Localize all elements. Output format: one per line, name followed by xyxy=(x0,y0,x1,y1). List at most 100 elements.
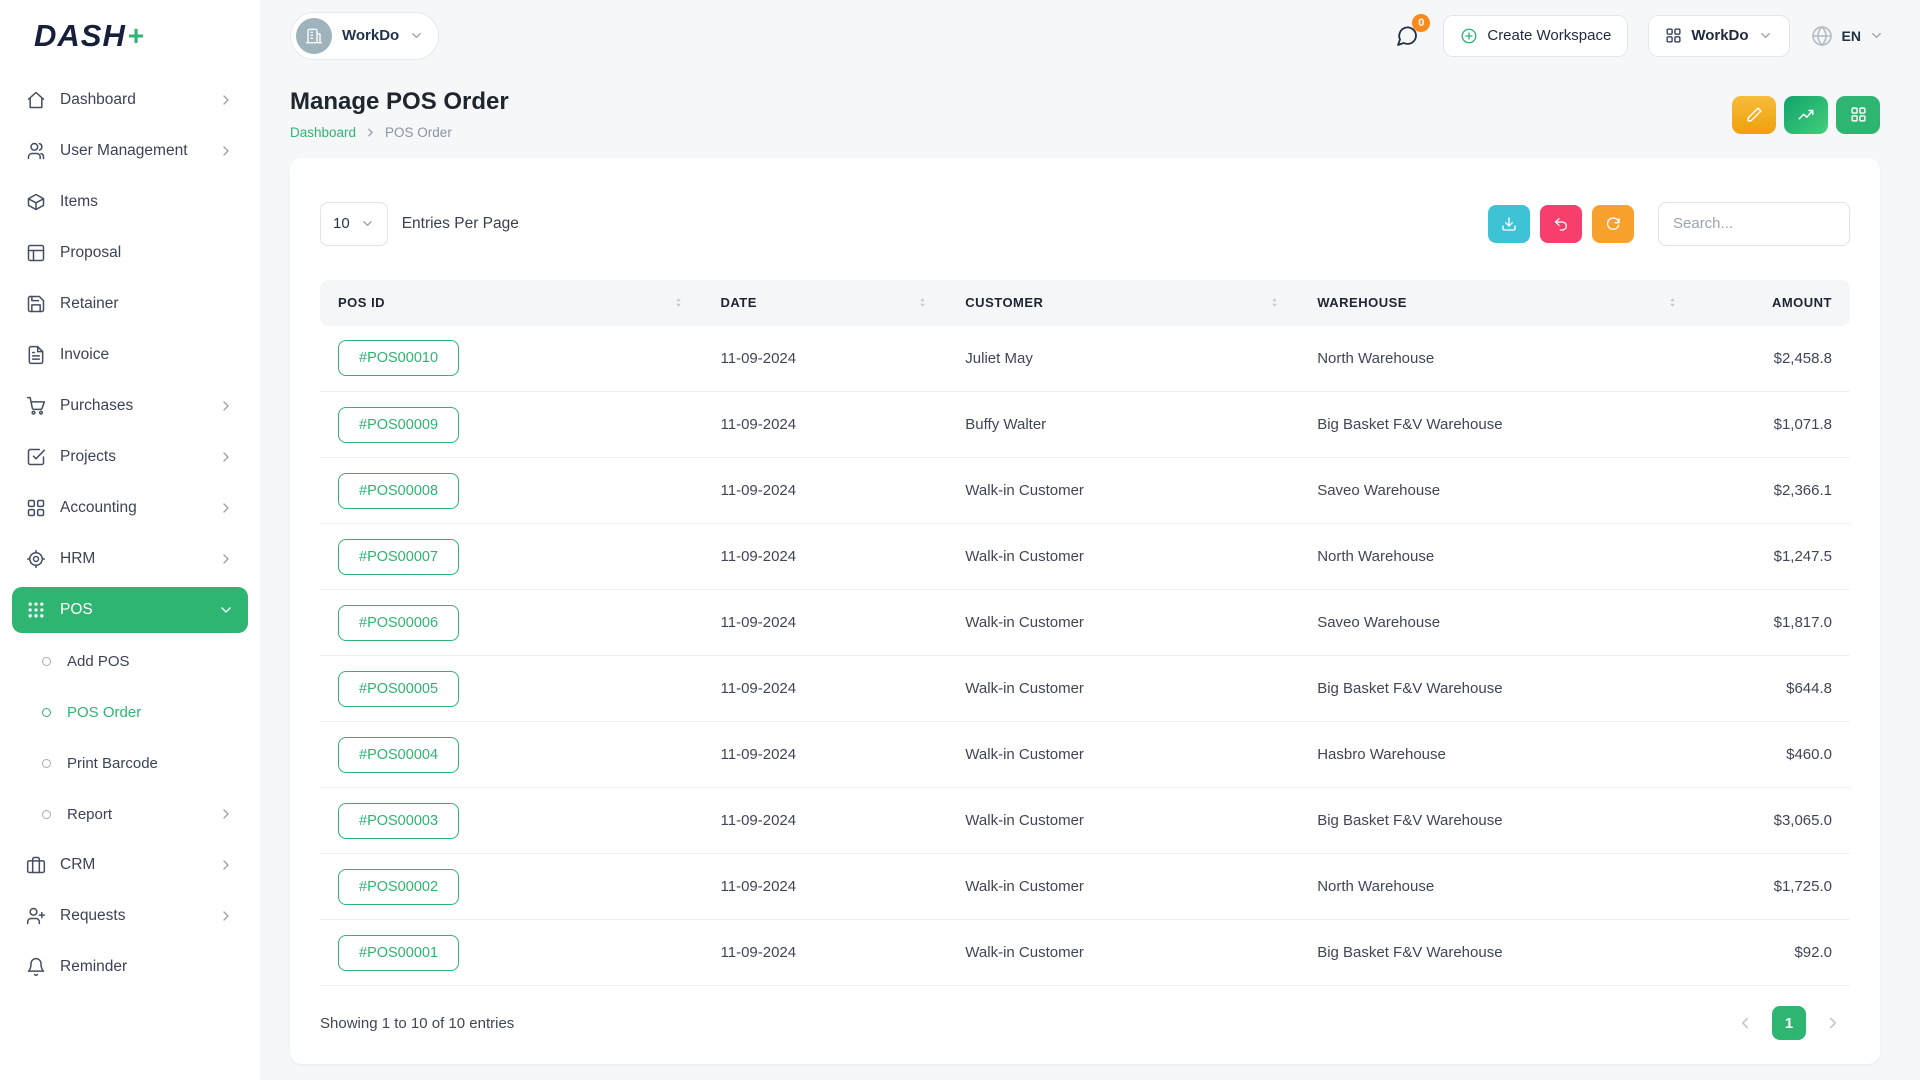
check-square-icon xyxy=(26,447,46,467)
sidebar-item-retainer[interactable]: Retainer xyxy=(12,281,248,327)
page-title: Manage POS Order xyxy=(290,88,509,116)
column-header-date[interactable]: DATE xyxy=(703,280,948,326)
sidebar-item-label: Accounting xyxy=(60,499,218,517)
users-icon xyxy=(26,141,46,161)
breadcrumb: Dashboard POS Order xyxy=(290,125,509,140)
user-plus-icon xyxy=(26,906,46,926)
sidebar-item-invoice[interactable]: Invoice xyxy=(12,332,248,378)
warehouse-cell: North Warehouse xyxy=(1299,524,1697,590)
bullet-icon xyxy=(42,810,51,819)
workspace-selector[interactable]: WorkDo xyxy=(290,12,439,60)
report-chart-button[interactable] xyxy=(1784,96,1828,134)
company-menu-label: WorkDo xyxy=(1691,27,1748,44)
page-number-button[interactable]: 1 xyxy=(1772,1006,1806,1040)
chevron-right-icon xyxy=(218,806,234,822)
date-cell: 11-09-2024 xyxy=(703,458,948,524)
submenu-item-label: Report xyxy=(67,806,218,823)
sidebar-item-accounting[interactable]: Accounting xyxy=(12,485,248,531)
sidebar-item-crm[interactable]: CRM xyxy=(12,842,248,888)
column-header-amount[interactable]: AMOUNT xyxy=(1697,280,1850,326)
customer-cell: Walk-in Customer xyxy=(947,854,1299,920)
submenu-item-label: Print Barcode xyxy=(67,755,234,772)
pos-id-badge[interactable]: #POS00004 xyxy=(338,737,459,773)
language-selector[interactable]: EN xyxy=(1810,24,1884,48)
breadcrumb-current: POS Order xyxy=(385,125,452,140)
column-header-customer[interactable]: CUSTOMER xyxy=(947,280,1299,326)
pos-id-badge[interactable]: #POS00001 xyxy=(338,935,459,971)
chevron-right-icon xyxy=(364,126,377,139)
pos-id-badge[interactable]: #POS00007 xyxy=(338,539,459,575)
sidebar-item-proposal[interactable]: Proposal xyxy=(12,230,248,276)
sidebar-item-hrm[interactable]: HRM xyxy=(12,536,248,582)
pos-id-badge[interactable]: #POS00003 xyxy=(338,803,459,839)
refresh-button[interactable] xyxy=(1592,205,1634,243)
pos-id-badge[interactable]: #POS00005 xyxy=(338,671,459,707)
plus-circle-icon xyxy=(1460,27,1478,45)
messages-button[interactable]: 0 xyxy=(1391,20,1423,52)
sidebar-item-user-management[interactable]: User Management xyxy=(12,128,248,174)
submenu-item-pos-order[interactable]: POS Order xyxy=(12,689,248,735)
column-header-pos-id[interactable]: POS ID xyxy=(320,280,703,326)
submenu-item-add-pos[interactable]: Add POS xyxy=(12,638,248,684)
home-icon xyxy=(26,90,46,110)
sidebar-item-label: Proposal xyxy=(60,244,234,262)
sidebar-item-dashboard[interactable]: Dashboard xyxy=(12,77,248,123)
sidebar-item-items[interactable]: Items xyxy=(12,179,248,225)
pos-order-table: POS ID DATE CUSTOMER WAREHOUSE AMOUNT #P… xyxy=(320,280,1850,987)
next-page-button[interactable] xyxy=(1816,1006,1850,1040)
pos-id-badge[interactable]: #POS00008 xyxy=(338,473,459,509)
warehouse-cell: Saveo Warehouse xyxy=(1299,590,1697,656)
date-cell: 11-09-2024 xyxy=(703,326,948,392)
submenu-item-print-barcode[interactable]: Print Barcode xyxy=(12,740,248,786)
sidebar-item-label: Requests xyxy=(60,907,218,925)
table-row: #POS00008 11-09-2024 Walk-in Customer Sa… xyxy=(320,458,1850,524)
pos-id-badge[interactable]: #POS00010 xyxy=(338,340,459,376)
sort-icon xyxy=(672,296,685,309)
logo-text: DASH xyxy=(34,18,126,54)
date-cell: 11-09-2024 xyxy=(703,656,948,722)
sidebar-item-projects[interactable]: Projects xyxy=(12,434,248,480)
warehouse-cell: Big Basket F&V Warehouse xyxy=(1299,920,1697,986)
company-menu-button[interactable]: WorkDo xyxy=(1648,15,1789,57)
amount-cell: $1,817.0 xyxy=(1697,590,1850,656)
pos-id-badge[interactable]: #POS00009 xyxy=(338,407,459,443)
chevron-right-icon xyxy=(218,92,234,108)
edit-button[interactable] xyxy=(1732,96,1776,134)
warehouse-cell: Big Basket F&V Warehouse xyxy=(1299,788,1697,854)
chevron-down-icon xyxy=(218,602,234,618)
chevron-down-icon xyxy=(1869,28,1884,43)
submenu-item-report[interactable]: Report xyxy=(12,791,248,837)
chevron-right-icon xyxy=(218,908,234,924)
chevron-right-icon xyxy=(218,143,234,159)
entries-per-page-select[interactable]: 10 xyxy=(320,202,388,246)
create-workspace-button[interactable]: Create Workspace xyxy=(1443,15,1628,57)
amount-cell: $460.0 xyxy=(1697,722,1850,788)
app-logo[interactable]: DASH + xyxy=(0,0,260,72)
chevron-down-icon xyxy=(360,216,375,231)
sidebar-item-pos[interactable]: POS xyxy=(12,587,248,633)
warehouse-cell: Big Basket F&V Warehouse xyxy=(1299,656,1697,722)
pos-id-badge[interactable]: #POS00002 xyxy=(338,869,459,905)
previous-page-button[interactable] xyxy=(1728,1006,1762,1040)
pos-grid-button[interactable] xyxy=(1836,96,1880,134)
sidebar-item-requests[interactable]: Requests xyxy=(12,893,248,939)
breadcrumb-dashboard-link[interactable]: Dashboard xyxy=(290,125,356,140)
column-header-warehouse[interactable]: WAREHOUSE xyxy=(1299,280,1697,326)
date-cell: 11-09-2024 xyxy=(703,854,948,920)
sort-icon xyxy=(1268,296,1281,309)
sidebar-item-label: Projects xyxy=(60,448,218,466)
sidebar-item-purchases[interactable]: Purchases xyxy=(12,383,248,429)
export-button[interactable] xyxy=(1488,205,1530,243)
reset-button[interactable] xyxy=(1540,205,1582,243)
sidebar-item-reminder[interactable]: Reminder xyxy=(12,944,248,990)
pos-id-badge[interactable]: #POS00006 xyxy=(338,605,459,641)
sidebar-item-label: User Management xyxy=(60,142,218,160)
create-workspace-label: Create Workspace xyxy=(1487,27,1611,44)
customer-cell: Walk-in Customer xyxy=(947,458,1299,524)
sidebar-item-label: Invoice xyxy=(60,346,234,364)
sidebar-item-label: Retainer xyxy=(60,295,234,313)
pagination: 1 xyxy=(1728,1006,1850,1040)
search-input[interactable] xyxy=(1658,202,1850,246)
sort-icon xyxy=(916,296,929,309)
toolbar-right xyxy=(1488,202,1850,246)
